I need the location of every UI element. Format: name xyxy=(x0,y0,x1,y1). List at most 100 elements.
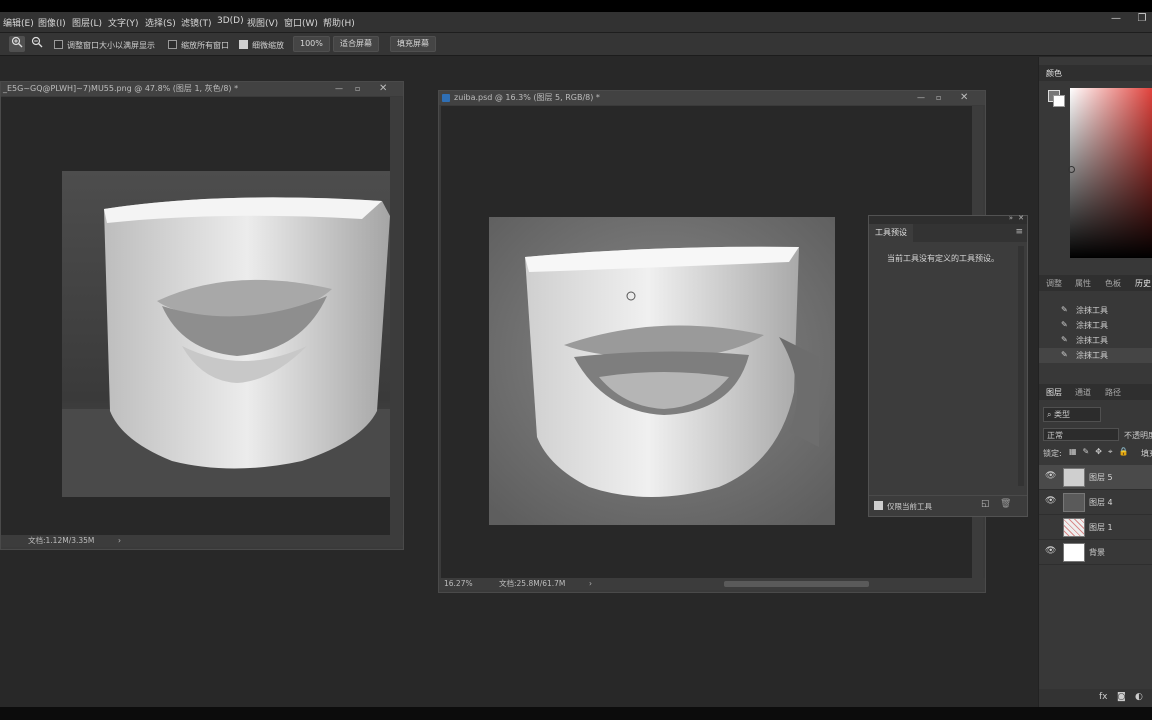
menu-filter[interactable]: 滤镜(T) xyxy=(181,16,212,29)
new-preset-icon[interactable]: ◱ xyxy=(981,499,990,509)
right-panel-dock: 颜色 调整 属性 色板 历史 ✎ 涂抹工具 ✎ 涂抹工具 ✎ 涂抹工具 ✎ 涂抹工具 图… xyxy=(1038,57,1152,707)
restore-icon[interactable]: ❐ xyxy=(1136,13,1148,25)
smudge-icon: ✎ xyxy=(1061,335,1068,344)
zoom-level[interactable]: 16.27% xyxy=(444,578,473,590)
background-color-swatch[interactable] xyxy=(1053,95,1065,107)
vertical-scrollbar[interactable] xyxy=(390,97,402,535)
blend-mode-select[interactable]: 正常 xyxy=(1043,428,1119,441)
current-tool-only-label: 仅限当前工具 xyxy=(887,502,932,511)
tab-paths[interactable]: 路径 xyxy=(1105,387,1121,398)
top-black-band xyxy=(0,0,1152,12)
opacity-label: 不透明度 xyxy=(1124,431,1152,440)
horizontal-scrollbar[interactable] xyxy=(724,581,869,587)
close-icon[interactable]: ✕ xyxy=(960,91,968,105)
eye-icon[interactable]: 👁 xyxy=(1045,546,1056,556)
maximize-icon[interactable]: ▫ xyxy=(355,82,360,96)
doc-size-status: 文档:25.8M/61.7M xyxy=(499,579,566,588)
layer-filter-label: 类型 xyxy=(1054,410,1071,419)
current-tool-only-checkbox[interactable]: 仅限当前工具 xyxy=(874,501,932,512)
menu-type[interactable]: 文字(Y) xyxy=(108,16,139,29)
layer-row[interactable]: 👁 图层 4 xyxy=(1039,490,1152,515)
layer-thumbnail xyxy=(1063,468,1085,487)
menu-layer[interactable]: 图层(L) xyxy=(72,16,102,29)
menu-help[interactable]: 帮助(H) xyxy=(323,16,355,29)
layers-tab-row: 图层 通道 路径 xyxy=(1039,384,1152,400)
panel-menu-icon[interactable]: ≡ xyxy=(1015,227,1023,237)
close-icon[interactable]: ✕ xyxy=(379,82,387,96)
lock-icons[interactable]: ▦✎✥⌖🔒 xyxy=(1069,447,1134,457)
tool-presets-panel: » ✕ 工具预设 ≡ 当前工具没有定义的工具预设。 仅限当前工具 ◱ 🗑 xyxy=(868,214,1028,517)
tab-properties[interactable]: 属性 xyxy=(1075,278,1091,289)
psd-file-icon xyxy=(442,94,450,102)
menu-window[interactable]: 窗口(W) xyxy=(284,16,318,29)
document-title-bar[interactable]: zuiba.psd @ 16.3% (图层 5, RGB/8) * — ▫ ✕ xyxy=(439,91,985,105)
layer-row-selected[interactable]: 👁 图层 5 xyxy=(1039,465,1152,490)
tab-swatches[interactable]: 色板 xyxy=(1105,278,1121,289)
zoom-all-checkbox[interactable]: 缩放所有窗口 xyxy=(168,40,229,51)
menu-edit[interactable]: 编辑(E) xyxy=(3,16,34,29)
zoom-in-icon[interactable] xyxy=(9,36,25,52)
minimize-icon[interactable]: — xyxy=(917,91,925,105)
panel-tab-row: 工具预设 ≡ xyxy=(869,224,1027,242)
tab-color[interactable]: 颜色 xyxy=(1046,68,1062,79)
tab-history[interactable]: 历史 xyxy=(1135,278,1151,289)
close-icon[interactable]: ✕ xyxy=(1018,214,1024,222)
menu-view[interactable]: 视图(V) xyxy=(247,16,278,29)
bottom-black-band xyxy=(0,707,1152,720)
document-canvas[interactable] xyxy=(1,97,390,535)
layer-filter-select[interactable]: ⌕ 类型 xyxy=(1043,407,1101,422)
layer-thumbnail xyxy=(1063,518,1085,537)
mask-icon[interactable]: ◙ xyxy=(1117,692,1126,702)
color-tab-row: 颜色 xyxy=(1039,65,1152,81)
blend-mode-label: 正常 xyxy=(1047,431,1063,440)
layers-footer: fx ◙ ◐ xyxy=(1039,689,1152,707)
tab-tool-presets[interactable]: 工具预设 xyxy=(869,224,913,242)
status-arrow-icon[interactable]: › xyxy=(118,535,121,547)
no-presets-message: 当前工具没有定义的工具预设。 xyxy=(887,254,999,263)
layer-row[interactable]: 图层 1 xyxy=(1039,515,1152,540)
fit-screen-button[interactable]: 适合屏幕 xyxy=(333,36,379,52)
smudge-icon: ✎ xyxy=(1061,320,1068,329)
menu-image[interactable]: 图像(I) xyxy=(38,16,66,29)
history-item[interactable]: ✎ 涂抹工具 xyxy=(1039,318,1152,333)
resize-windows-checkbox[interactable]: 调整窗口大小以满屏显示 xyxy=(54,40,155,51)
layer-row-background[interactable]: 👁 背景 xyxy=(1039,540,1152,565)
history-item-current[interactable]: ✎ 涂抹工具 xyxy=(1039,348,1152,363)
status-bar: 16.27% 文档:25.8M/61.7M › xyxy=(439,578,985,590)
eye-icon[interactable]: 👁 xyxy=(1045,471,1056,481)
tab-layers[interactable]: 图层 xyxy=(1046,387,1062,398)
smudge-icon: ✎ xyxy=(1061,350,1068,359)
trash-icon[interactable]: 🗑 xyxy=(1000,499,1011,509)
eye-icon[interactable]: 👁 xyxy=(1045,496,1056,506)
scrubby-zoom-label: 细微缩放 xyxy=(252,41,284,50)
document-window-1: _E5G~GQ@PLWH]~7)MU55.png @ 47.8% (图层 1, … xyxy=(0,81,404,550)
layer-thumbnail xyxy=(1063,543,1085,562)
presets-scrollbar[interactable] xyxy=(1018,246,1024,486)
fx-icon[interactable]: fx xyxy=(1099,692,1108,702)
minimize-icon[interactable]: — xyxy=(1110,13,1122,25)
menu-select[interactable]: 选择(S) xyxy=(145,16,176,29)
checkbox-box xyxy=(874,501,883,510)
zoom-100-button[interactable]: 100% xyxy=(293,36,330,52)
menu-bar: 编辑(E) 图像(I) 图层(L) 文字(Y) 选择(S) 滤镜(T) 3D(D… xyxy=(0,12,1152,33)
panel-header-strip[interactable]: » ✕ xyxy=(869,214,1027,224)
status-arrow-icon[interactable]: › xyxy=(589,578,592,590)
color-picker-field[interactable] xyxy=(1068,88,1152,258)
history-tab-row: 调整 属性 色板 历史 xyxy=(1039,275,1152,291)
tab-adjustments[interactable]: 调整 xyxy=(1046,278,1062,289)
minimize-icon[interactable]: — xyxy=(335,82,343,96)
zoom-out-icon[interactable] xyxy=(29,36,45,52)
history-item[interactable]: ✎ 涂抹工具 xyxy=(1039,303,1152,318)
collapse-icon[interactable]: » xyxy=(1009,214,1013,222)
tab-channels[interactable]: 通道 xyxy=(1075,387,1091,398)
scrubby-zoom-checkbox[interactable]: 细微缩放 xyxy=(239,40,284,51)
maximize-icon[interactable]: ▫ xyxy=(936,91,941,105)
history-item[interactable]: ✎ 涂抹工具 xyxy=(1039,333,1152,348)
document-title-bar[interactable]: _E5G~GQ@PLWH]~7)MU55.png @ 47.8% (图层 1, … xyxy=(1,82,403,96)
fill-screen-button[interactable]: 填充屏幕 xyxy=(390,36,436,52)
painting-canvas xyxy=(489,217,835,525)
document-title: zuiba.psd @ 16.3% (图层 5, RGB/8) * xyxy=(454,93,600,102)
adjustment-layer-icon[interactable]: ◐ xyxy=(1135,692,1143,702)
checkbox-box xyxy=(54,40,63,49)
menu-3d[interactable]: 3D(D) xyxy=(217,16,244,26)
